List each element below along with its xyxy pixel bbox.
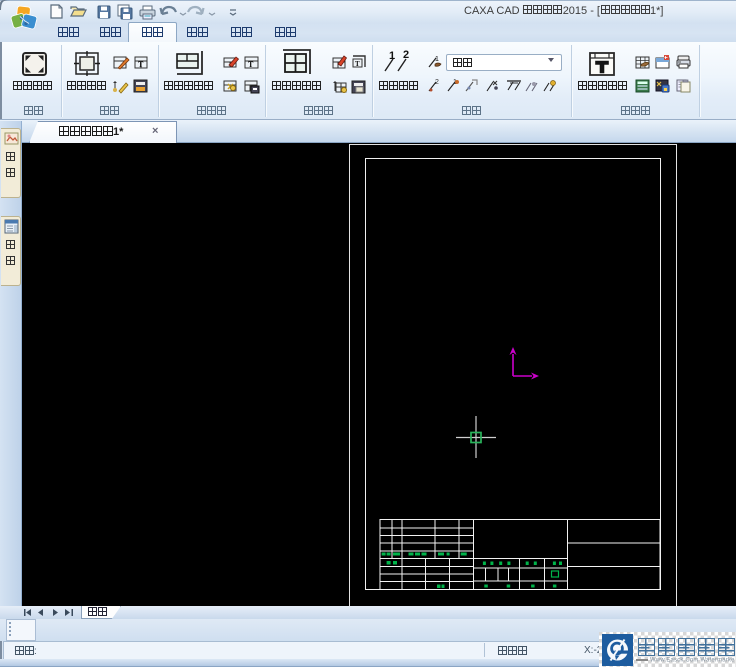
svg-text:T: T xyxy=(138,60,144,69)
svg-text:2: 2 xyxy=(403,49,409,61)
svg-text:T: T xyxy=(355,60,360,68)
svg-text:2: 2 xyxy=(435,79,439,86)
svg-text:1: 1 xyxy=(435,56,439,63)
svg-text:T: T xyxy=(248,60,254,69)
svg-text:1: 1 xyxy=(389,50,395,62)
